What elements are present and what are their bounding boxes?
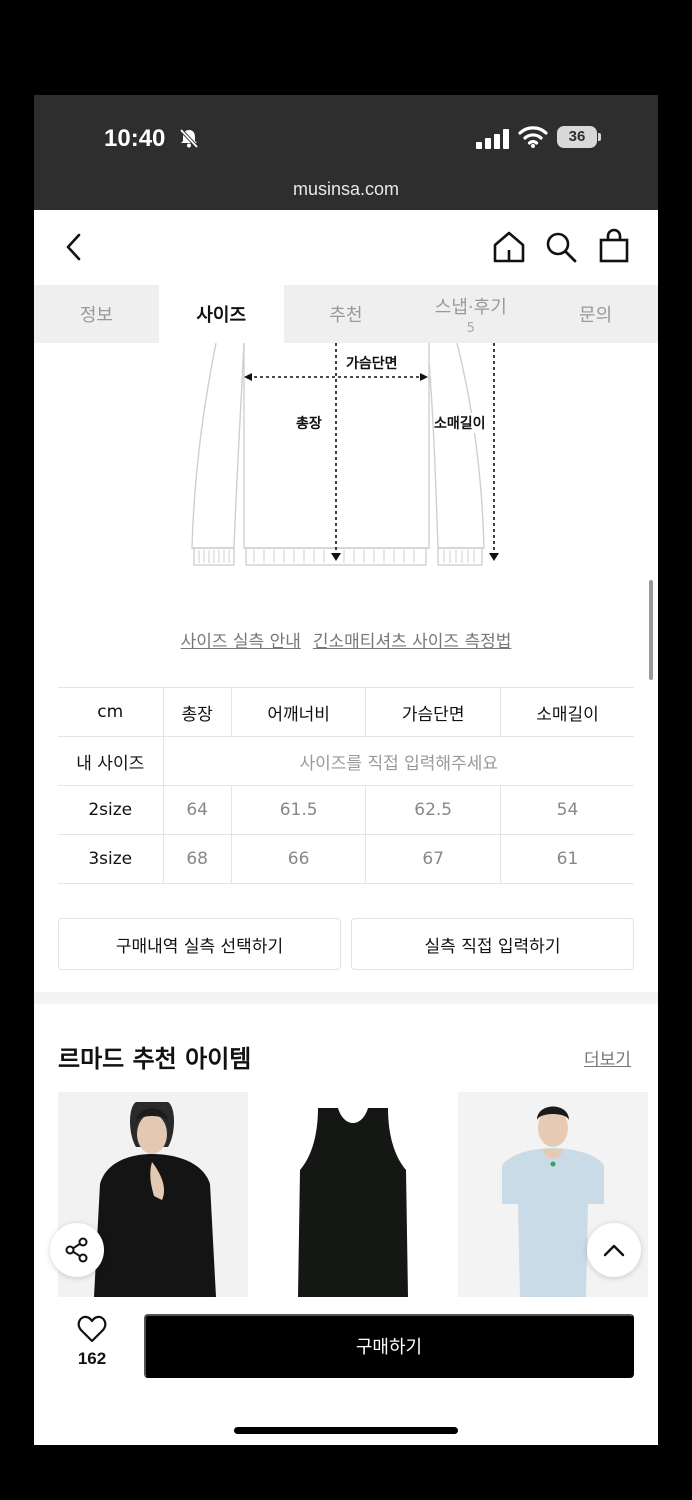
size-value: 62.5	[365, 785, 501, 835]
like-count: 162	[77, 1349, 107, 1368]
label-total-length: 총장	[296, 416, 322, 432]
size-value: 64	[163, 785, 232, 835]
heart-icon	[77, 1315, 107, 1343]
tab-inquiry[interactable]: 문의	[533, 285, 658, 343]
measure-buttons: 구매내역 실측 선택하기 실측 직접 입력하기	[58, 918, 634, 970]
tab-size[interactable]: 사이즈	[158, 285, 284, 343]
status-bar: 10:40 36 musinsa.com	[34, 95, 658, 210]
my-size-input-prompt[interactable]: 사이즈를 직접 입력해주세요	[163, 736, 634, 786]
table-header: 가슴단면	[365, 687, 501, 737]
table-row: 3size 68 66 67 61	[58, 834, 634, 884]
size-name: 2size	[58, 785, 164, 835]
phone-screen: 10:40 36 musinsa.com 정보 사이즈 추천 스냅·후기 5 문…	[34, 95, 658, 1445]
bottom-purchase-bar: 162 구매하기	[34, 1297, 658, 1445]
recommend-product-list	[58, 1092, 658, 1297]
tab-label: 사이즈	[196, 305, 247, 326]
direct-input-button[interactable]: 실측 직접 입력하기	[351, 918, 634, 970]
tab-label: 스냅·후기	[434, 296, 507, 318]
size-table: cm 총장 어깨너비 가슴단면 소매길이 내 사이즈 사이즈를 직접 입력해주세…	[58, 687, 634, 884]
table-row: 2size 64 61.5 62.5 54	[58, 785, 634, 835]
wifi-icon	[518, 126, 548, 148]
my-size-label: 내 사이즈	[58, 736, 164, 786]
table-header-row: cm 총장 어깨너비 가슴단면 소매길이	[58, 687, 634, 737]
measure-method-link[interactable]: 긴소매티셔츠 사이즈 측정법	[313, 627, 512, 652]
size-value: 54	[500, 785, 634, 835]
product-tabs: 정보 사이즈 추천 스냅·후기 5 문의	[34, 285, 658, 343]
battery-indicator: 36	[557, 126, 597, 148]
size-value: 61.5	[231, 785, 367, 835]
size-value: 68	[163, 834, 232, 884]
size-diagram	[191, 343, 499, 566]
tab-label: 추천	[329, 305, 363, 326]
tab-label: 정보	[79, 305, 113, 326]
select-from-history-button[interactable]: 구매내역 실측 선택하기	[58, 918, 341, 970]
battery-tip	[598, 133, 601, 141]
address-url[interactable]: musinsa.com	[34, 179, 658, 200]
table-header: 소매길이	[500, 687, 634, 737]
size-guide-links: 사이즈 실측 안내 긴소매티셔츠 사이즈 측정법	[34, 627, 658, 652]
chevron-up-icon	[603, 1244, 625, 1257]
my-size-row: 내 사이즈 사이즈를 직접 입력해주세요	[58, 736, 634, 786]
table-header: 총장	[163, 687, 232, 737]
tab-info[interactable]: 정보	[34, 285, 159, 343]
scroll-to-top-button[interactable]	[587, 1223, 641, 1277]
section-divider	[34, 992, 658, 1004]
tab-count: 5	[466, 320, 475, 336]
size-name: 3size	[58, 834, 164, 884]
label-sleeve-length: 소매길이	[434, 413, 486, 433]
size-value: 66	[231, 834, 367, 884]
size-value: 67	[365, 834, 501, 884]
home-icon[interactable]	[492, 230, 526, 264]
like-button[interactable]: 162	[64, 1315, 120, 1369]
signal-icon	[476, 129, 509, 149]
status-time: 10:40	[104, 125, 166, 152]
tab-snap-review[interactable]: 스냅·후기 5	[408, 285, 533, 343]
see-more-link[interactable]: 더보기	[584, 1045, 631, 1070]
back-arrow-icon[interactable]	[64, 232, 84, 262]
buy-button[interactable]: 구매하기	[144, 1314, 634, 1378]
table-header: 어깨너비	[231, 687, 367, 737]
shopping-bag-icon[interactable]	[598, 228, 630, 264]
size-measure-guide-link[interactable]: 사이즈 실측 안내	[181, 627, 301, 652]
share-icon	[65, 1237, 88, 1263]
tab-recommend[interactable]: 추천	[284, 285, 409, 343]
top-nav	[34, 210, 658, 285]
product-image-sleeveless-top	[258, 1092, 448, 1297]
share-button[interactable]	[50, 1223, 104, 1277]
label-chest-width: 가슴단면	[346, 353, 398, 373]
search-icon[interactable]	[544, 230, 578, 264]
size-value: 61	[500, 834, 634, 884]
product-card[interactable]	[258, 1092, 448, 1297]
recommend-title: 르마드 추천 아이템	[58, 1045, 252, 1073]
tab-label: 문의	[579, 305, 613, 326]
silent-bell-icon	[179, 128, 199, 149]
home-indicator[interactable]	[234, 1427, 458, 1434]
table-header: cm	[58, 687, 164, 737]
